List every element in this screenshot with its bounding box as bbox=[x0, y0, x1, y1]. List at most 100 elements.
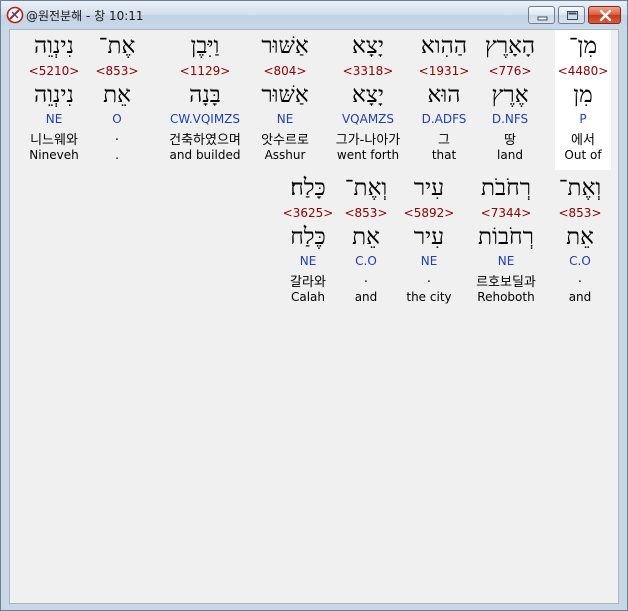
english-gloss: Asshur bbox=[264, 148, 306, 162]
english-gloss: Nineveh bbox=[29, 148, 79, 162]
hebrew-word: כָּלַח׃ bbox=[290, 175, 326, 201]
strong-number: <5210> bbox=[28, 64, 80, 78]
lexical-form: בָּנָה bbox=[189, 82, 221, 108]
korean-gloss: 갈라와 bbox=[290, 275, 326, 290]
word-cell[interactable]: אַשּׁוּר <804> אַשּׁוּר NE 앗수르로 Asshur bbox=[249, 30, 321, 170]
hebrew-word: הַהִוא bbox=[420, 33, 468, 59]
lexical-form: אֵת bbox=[566, 224, 594, 250]
strong-number: <3318> bbox=[342, 64, 394, 78]
morphology-code: NE bbox=[45, 112, 63, 126]
maximize-button[interactable] bbox=[558, 6, 585, 24]
korean-gloss: 앗수르로 bbox=[261, 133, 309, 148]
english-gloss: the city bbox=[406, 290, 452, 304]
hebrew-word: וְאֶת־ bbox=[344, 175, 388, 201]
morphology-code: NE bbox=[276, 112, 294, 126]
lexical-form: כֶּלַח bbox=[290, 224, 326, 250]
morphology-code: D.ADFS bbox=[421, 112, 467, 126]
word-cell[interactable]: רְחֹבֹת <7344> רְחֹבוֹת NE 르호보딜과 Rehoboth bbox=[465, 172, 547, 312]
bible-app-icon[interactable] bbox=[6, 6, 24, 24]
english-gloss: and bbox=[354, 290, 378, 304]
morphology-code: NE bbox=[497, 254, 515, 268]
english-gloss: land bbox=[497, 148, 523, 162]
word-cell[interactable]: וְאֶת־ <853> אֵת C.O. and bbox=[550, 172, 610, 312]
maximize-icon bbox=[567, 11, 578, 20]
word-cell[interactable]: וְאֶת־ <853> אֵת C.O. and bbox=[338, 172, 394, 312]
strong-number: <7344> bbox=[480, 206, 532, 220]
word-cell[interactable]: וַיִּבֶן <1129> בָּנָה CW.VQIMZS 건축하였으며 and b… bbox=[155, 30, 255, 170]
hebrew-word: אֶת־ bbox=[98, 33, 136, 59]
morphology-code: C.O bbox=[355, 254, 377, 268]
hebrew-word: וַיִּבֶן bbox=[190, 33, 220, 59]
title-bar[interactable]: @원전분해 - 창 10:11 bbox=[1, 1, 627, 29]
morphology-code: NE bbox=[420, 254, 438, 268]
hebrew-word: עִיר bbox=[413, 175, 445, 201]
hebrew-word: יָצָא bbox=[352, 33, 384, 59]
korean-gloss: 르호보딜과 bbox=[476, 275, 536, 290]
lexical-form: רְחֹבוֹת bbox=[478, 224, 534, 250]
hebrew-word: הָאָרֶץ bbox=[484, 33, 536, 59]
korean-gloss: 니느웨와 bbox=[30, 133, 78, 148]
korean-gloss: . bbox=[114, 129, 120, 144]
word-cell[interactable]: כָּלַח׃ <3625> כֶּלַח NE 갈라와 Calah bbox=[274, 172, 342, 312]
korean-gloss: . bbox=[363, 271, 369, 286]
hebrew-word: מִן־ bbox=[568, 33, 598, 59]
korean-gloss: . bbox=[426, 271, 432, 286]
word-cell[interactable]: עִיר <5892> עִיר NE. the city bbox=[400, 172, 458, 312]
morphology-code: VQAMZS bbox=[341, 112, 395, 126]
lexical-form: אַשּׁוּר bbox=[261, 82, 309, 108]
strong-number: <1931> bbox=[418, 64, 470, 78]
minimize-button[interactable] bbox=[528, 6, 555, 24]
english-gloss: went forth bbox=[336, 148, 400, 162]
korean-gloss: 에서 bbox=[571, 133, 595, 148]
close-icon bbox=[599, 9, 612, 22]
word-cell[interactable]: הָאָרֶץ <776> אֶרֶץ D.NFS 땅 land bbox=[480, 30, 540, 170]
lexical-form: נִינְוֵה bbox=[33, 82, 75, 108]
hebrew-word: רְחֹבֹת bbox=[480, 175, 532, 201]
lexical-form: אֵת bbox=[103, 82, 131, 108]
minimize-icon bbox=[537, 16, 548, 21]
morphology-code: P bbox=[579, 112, 587, 126]
word-cell[interactable]: אֶת־ <853> אֵת O.. bbox=[89, 30, 145, 170]
window-title: @원전분해 - 창 10:11 bbox=[26, 9, 144, 23]
strong-number: <1129> bbox=[179, 64, 231, 78]
strong-number: <804> bbox=[263, 64, 307, 78]
strong-number: <3625> bbox=[282, 206, 334, 220]
strong-number: <4480> bbox=[557, 64, 609, 78]
morphology-code: O bbox=[112, 112, 122, 126]
word-cell[interactable]: יָצָא <3318> יָצָא VQAMZS 그가-나아가 went forth bbox=[326, 30, 410, 170]
word-cell[interactable]: מִן־ <4480> מִן P 에서 Out of bbox=[555, 30, 611, 170]
lexical-form: אֶרֶץ bbox=[491, 82, 529, 108]
english-gloss: Rehoboth bbox=[477, 290, 535, 304]
strong-number: <5892> bbox=[403, 206, 455, 220]
korean-gloss: 그가-나아가 bbox=[335, 133, 401, 148]
interlinear-panel[interactable]: מִן־ <4480> מִן P 에서 Out of הָאָרֶץ <776> אֶרֶץ D… bbox=[9, 29, 619, 604]
lexical-form: הוּא bbox=[427, 82, 461, 108]
app-window: @원전분해 - 창 10:11 מִן־ <4480> מִן P 에서 Out of הָ… bbox=[0, 0, 628, 611]
lexical-form: עִיר bbox=[413, 224, 445, 250]
lexical-form: מִן bbox=[573, 82, 593, 108]
lexical-form: יָצָא bbox=[352, 82, 384, 108]
korean-gloss: . bbox=[577, 271, 583, 286]
lexical-form: אֵת bbox=[352, 224, 380, 250]
korean-gloss: 건축하였으며 bbox=[169, 133, 241, 148]
strong-number: <853> bbox=[558, 206, 602, 220]
english-gloss: . bbox=[115, 148, 119, 162]
hebrew-word: אַשּׁוּר bbox=[261, 33, 309, 59]
strong-number: <776> bbox=[488, 64, 532, 78]
morphology-code: CW.VQIMZS bbox=[169, 112, 241, 126]
english-gloss: and builded bbox=[169, 148, 241, 162]
close-button[interactable] bbox=[588, 6, 621, 24]
hebrew-word: וְאֶת־ bbox=[558, 175, 602, 201]
hebrew-word: נִינְוֵה bbox=[33, 33, 75, 59]
morphology-code: NE bbox=[299, 254, 317, 268]
morphology-code: C.O bbox=[569, 254, 591, 268]
strong-number: <853> bbox=[344, 206, 388, 220]
word-cell[interactable]: נִינְוֵה <5210> נִינְוֵה NE 니느웨와 Nineveh bbox=[18, 30, 90, 170]
word-cell[interactable]: הַהִוא <1931> הוּא D.ADFS 그 that bbox=[408, 30, 480, 170]
korean-gloss: 땅 bbox=[504, 133, 516, 148]
morphology-code: D.NFS bbox=[491, 112, 529, 126]
english-gloss: and bbox=[568, 290, 592, 304]
korean-gloss: 그 bbox=[438, 133, 450, 148]
english-gloss: Calah bbox=[290, 290, 326, 304]
strong-number: <853> bbox=[95, 64, 139, 78]
